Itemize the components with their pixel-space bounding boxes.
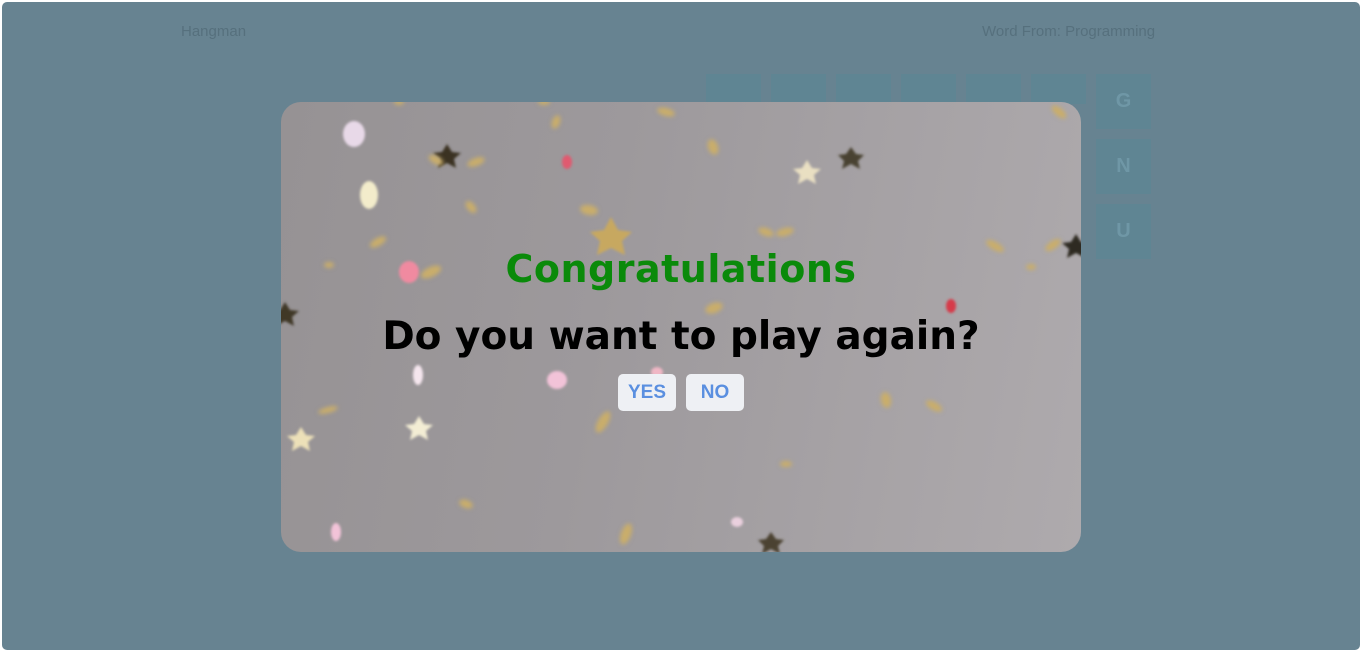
backdrop-key-a (706, 74, 761, 104)
backdrop-title-ghost: Hangman (181, 23, 247, 40)
backdrop-key-g: G (1096, 74, 1151, 129)
backdrop-key-e (966, 74, 1021, 104)
no-button[interactable]: NO (686, 374, 744, 411)
backdrop-key-u: U (1096, 204, 1151, 259)
backdrop-key-d (901, 74, 956, 104)
backdrop-key-n: N (1096, 139, 1151, 194)
backdrop-word-ghost: Word From: Programming (982, 23, 1156, 40)
backdrop-key-f (1031, 74, 1086, 104)
congratulations-heading: Congratulations (505, 247, 857, 291)
backdrop-key-c (836, 74, 891, 104)
backdrop-key-b (771, 74, 826, 104)
yes-button[interactable]: YES (618, 374, 676, 411)
play-again-question: Do you want to play again? (382, 314, 980, 359)
play-again-dialog: Congratulations Do you want to play agai… (281, 102, 1081, 552)
